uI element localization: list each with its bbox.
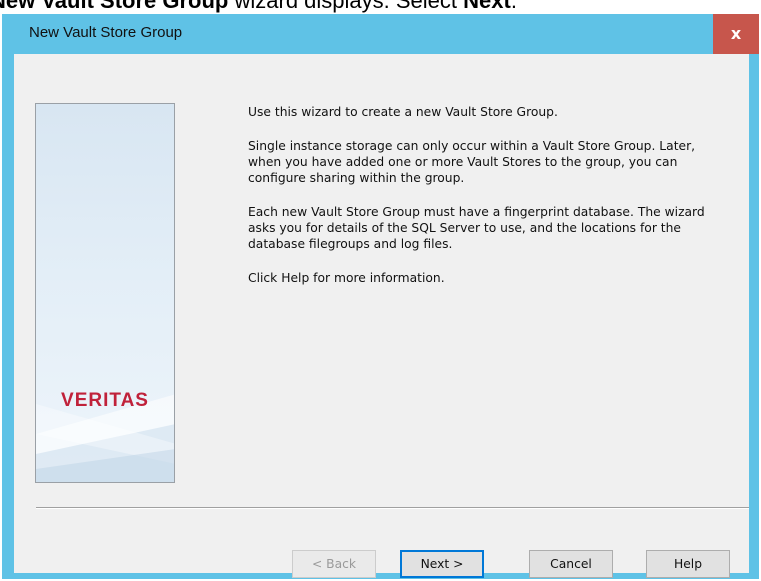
cancel-button[interactable]: Cancel (529, 550, 613, 578)
window-title: New Vault Store Group (29, 24, 183, 41)
intro-paragraph: Use this wizard to create a new Vault St… (248, 105, 558, 119)
title-bar[interactable]: New Vault Store Group x (2, 14, 759, 54)
next-button[interactable]: Next > (400, 550, 484, 578)
veritas-logo: VERITAS (61, 390, 149, 411)
close-button[interactable]: x (713, 14, 759, 54)
close-icon: x (730, 24, 742, 43)
back-button[interactable]: < Back (292, 550, 376, 578)
wizard-description: Use this wizard to create a new Vault St… (248, 104, 728, 304)
button-separator (36, 507, 749, 509)
fingerprint-paragraph: Each new Vault Store Group must have a f… (248, 205, 705, 251)
caption-bold-wizard-name: New Vault Store Group (0, 0, 229, 13)
caption-period: . (510, 0, 517, 13)
caption-bold-next: Next (463, 0, 511, 13)
dialog-body: VERITAS Use this wizard to create a new … (14, 54, 749, 578)
wizard-window: New Vault Store Group x VERITAS Use this… (2, 14, 759, 579)
caption-text: wizard displays. Select (228, 0, 464, 13)
banner-background-graphic (36, 394, 174, 482)
wizard-side-banner: VERITAS (35, 103, 175, 483)
help-paragraph: Click Help for more information. (248, 271, 445, 285)
help-button[interactable]: Help (646, 550, 730, 578)
sis-paragraph: Single instance storage can only occur w… (248, 139, 696, 185)
